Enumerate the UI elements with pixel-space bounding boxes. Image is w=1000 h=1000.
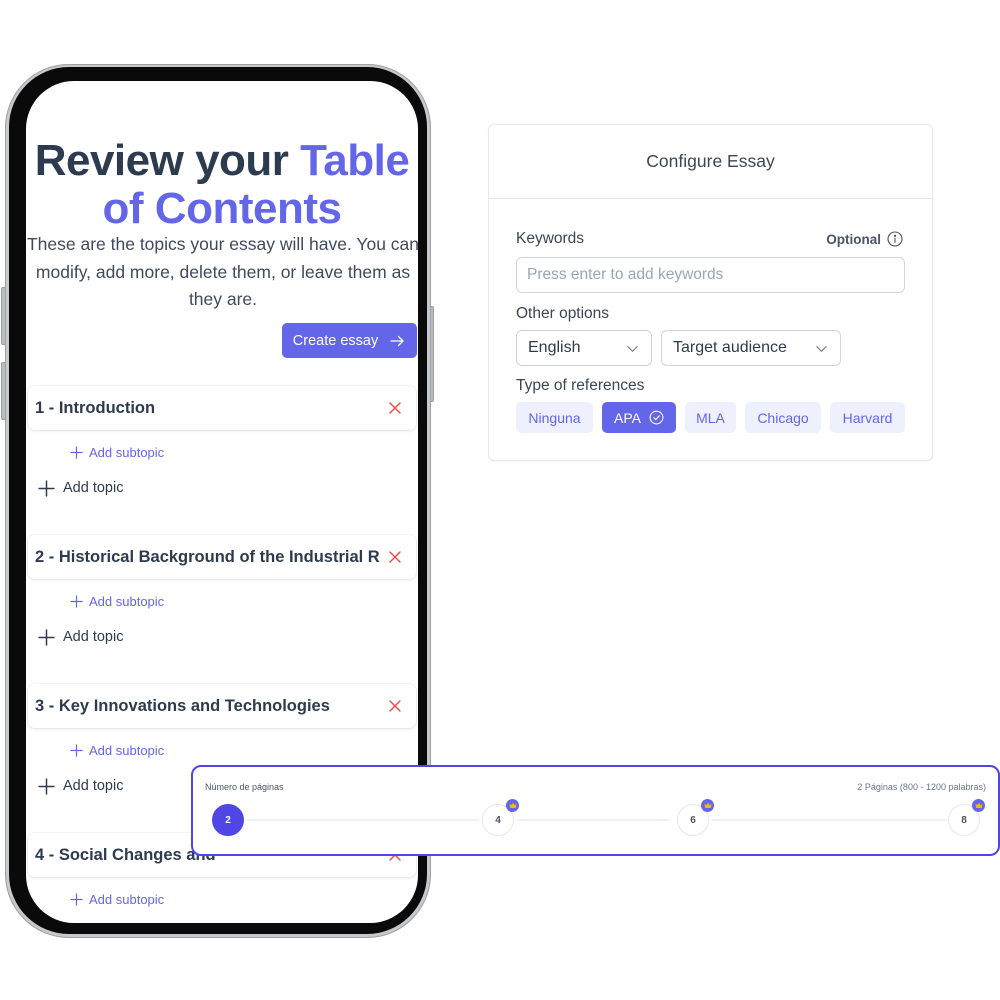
page-count-label: Número de páginas	[205, 782, 284, 792]
reference-option-label: Harvard	[842, 409, 893, 426]
add-topic-label: Add topic	[63, 629, 124, 645]
topic-card[interactable]: 2 - Historical Background of the Industr…	[28, 535, 416, 579]
references-options: Ninguna APA MLA Chicago Harvard	[516, 402, 914, 433]
page-slider-track[interactable]	[517, 819, 669, 821]
page-step-value: 8	[961, 814, 967, 826]
configure-essay-header: Configure Essay	[489, 125, 932, 199]
page-slider-track[interactable]	[711, 819, 947, 821]
crown-icon	[704, 802, 711, 808]
page-title: Review your Table of Contents	[26, 137, 418, 233]
add-topic-button[interactable]: Add topic	[38, 477, 123, 499]
reference-option-label: Chicago	[757, 409, 809, 426]
page-count-summary: 2 Páginas (800 - 1200 palabras)	[857, 782, 986, 792]
reference-option-harvard[interactable]: Harvard	[830, 402, 905, 433]
add-topic-button[interactable]: Add topic	[38, 626, 123, 648]
target-audience-value: Target audience	[673, 339, 787, 356]
add-subtopic-button[interactable]: Add subtopic	[70, 740, 164, 760]
reference-option-label: MLA	[696, 409, 725, 426]
configure-essay-card: Configure Essay Keywords Optional Other …	[488, 124, 933, 461]
premium-badge	[701, 799, 714, 812]
page-title-plain: Review your	[34, 136, 301, 185]
crown-icon	[509, 802, 516, 808]
topic-card[interactable]: 1 - Introduction	[28, 386, 416, 430]
page-slider-track[interactable]	[247, 819, 479, 821]
page-title-accent-2: of Contents	[102, 184, 342, 233]
add-subtopic-label: Add subtopic	[89, 593, 165, 609]
add-subtopic-button[interactable]: Add subtopic	[70, 591, 164, 611]
add-topic-label: Add topic	[63, 778, 124, 794]
page-step-2[interactable]: 2	[212, 804, 244, 836]
topic-title[interactable]: 2 - Historical Background of the Industr…	[35, 548, 380, 567]
page-step-6[interactable]: 6	[677, 799, 714, 836]
page-subtitle: These are the topics your essay will hav…	[26, 234, 418, 309]
plus-icon	[38, 628, 55, 646]
optional-label: Optional	[826, 231, 881, 247]
other-options-label: Other options	[516, 305, 610, 322]
topic-card[interactable]: 3 - Key Innovations and Technologies	[28, 684, 416, 728]
plus-icon	[70, 445, 83, 459]
target-audience-select[interactable]: Target audience	[661, 330, 841, 366]
topic-title[interactable]: 1 - Introduction	[35, 399, 380, 418]
page-step-8[interactable]: 8	[948, 799, 985, 836]
chevron-down-icon	[816, 345, 827, 352]
reference-option-label: Ninguna	[528, 409, 581, 426]
optional-hint[interactable]: Optional	[826, 231, 903, 247]
premium-badge	[972, 799, 985, 812]
add-topic-label: Add topic	[63, 480, 124, 496]
configure-essay-title: Configure Essay	[646, 151, 775, 171]
page-step-value: 6	[690, 814, 696, 826]
page-step-value: 4	[495, 814, 501, 826]
delete-topic-icon[interactable]	[388, 699, 402, 713]
delete-topic-icon[interactable]	[388, 401, 402, 415]
check-circle-icon	[649, 410, 664, 425]
add-subtopic-label: Add subtopic	[89, 742, 165, 758]
add-subtopic-label: Add subtopic	[89, 891, 165, 907]
reference-option-mla[interactable]: MLA	[685, 402, 736, 433]
reference-option-chicago[interactable]: Chicago	[745, 402, 821, 433]
page-count-panel: Número de páginas 2 Páginas (800 - 1200 …	[191, 765, 1000, 856]
reference-option-apa[interactable]: APA	[602, 402, 676, 433]
add-subtopic-label: Add subtopic	[89, 444, 165, 460]
reference-option-ninguna[interactable]: Ninguna	[516, 402, 593, 433]
plus-icon	[38, 777, 55, 795]
plus-icon	[38, 479, 55, 497]
keywords-label: Keywords	[516, 230, 585, 247]
references-label: Type of references	[516, 377, 645, 394]
page-step-value: 2	[225, 814, 231, 826]
create-essay-label: Create essay	[292, 332, 379, 349]
create-essay-button[interactable]: Create essay	[282, 323, 417, 358]
keywords-input[interactable]	[516, 257, 905, 293]
add-subtopic-button[interactable]: Add subtopic	[70, 442, 164, 462]
crown-icon	[975, 802, 982, 808]
language-select[interactable]: English	[516, 330, 652, 366]
language-select-value: English	[528, 339, 581, 356]
add-topic-button[interactable]: Add topic	[38, 775, 123, 797]
premium-badge	[506, 799, 519, 812]
arrow-right-icon	[390, 335, 404, 346]
page-title-accent-1: Table	[300, 136, 410, 185]
plus-icon	[70, 743, 83, 757]
chevron-down-icon	[627, 345, 638, 352]
add-subtopic-button[interactable]: Add subtopic	[70, 889, 164, 909]
reference-option-label: APA	[614, 409, 641, 426]
plus-icon	[70, 892, 83, 906]
page-step-4[interactable]: 4	[482, 799, 519, 836]
info-icon[interactable]	[887, 231, 903, 247]
plus-icon	[70, 594, 83, 608]
delete-topic-icon[interactable]	[388, 550, 402, 564]
topic-title[interactable]: 3 - Key Innovations and Technologies	[35, 697, 380, 716]
